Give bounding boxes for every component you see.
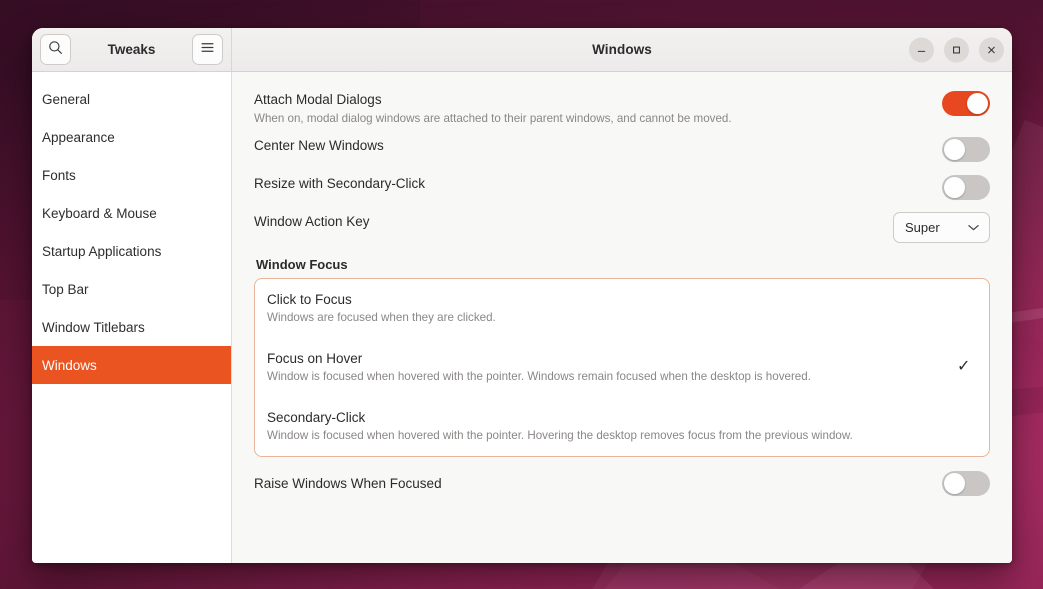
window-focus-section-title: Window Focus bbox=[256, 257, 348, 272]
sidebar-item-label: Window Titlebars bbox=[42, 319, 145, 335]
toggle-knob bbox=[944, 473, 965, 494]
setting-title: Window Action Key bbox=[254, 214, 370, 229]
option-title: Secondary-Click bbox=[267, 410, 366, 425]
headerbar-left: Tweaks bbox=[32, 28, 232, 71]
sidebar-item-startup-applications[interactable]: Startup Applications bbox=[32, 232, 231, 270]
window-action-key-value: Super bbox=[905, 220, 940, 235]
setting-labels: Resize with Secondary-Click bbox=[254, 174, 425, 193]
checkmark-icon: ✓ bbox=[957, 358, 971, 375]
setting-title: Center New Windows bbox=[254, 138, 384, 153]
setting-description: When on, modal dialog windows are attach… bbox=[254, 112, 732, 125]
sidebar-item-top-bar[interactable]: Top Bar bbox=[32, 270, 231, 308]
setting-attach-modal-dialogs: Attach Modal Dialogs When on, modal dial… bbox=[254, 90, 990, 127]
resize-with-secondary-click-toggle[interactable] bbox=[942, 175, 990, 200]
window-focus-option-focus-on-hover[interactable]: Focus on Hover Window is focused when ho… bbox=[255, 338, 989, 397]
headerbar-right: Windows bbox=[232, 28, 1012, 71]
window-focus-option-secondary-click[interactable]: Secondary-Click Window is focused when h… bbox=[255, 397, 989, 456]
maximize-button[interactable] bbox=[944, 37, 969, 62]
app-title: Tweaks bbox=[107, 42, 156, 57]
option-description: Window is focused when hovered with the … bbox=[267, 370, 811, 383]
window-headerbar: Tweaks Windows bbox=[32, 28, 1012, 72]
sidebar-item-label: Keyboard & Mouse bbox=[42, 205, 157, 221]
option-text: Secondary-Click Window is focused when h… bbox=[267, 408, 865, 444]
option-description: Windows are focused when they are clicke… bbox=[267, 311, 496, 324]
sidebar-item-label: Top Bar bbox=[42, 281, 89, 297]
sidebar-item-label: Startup Applications bbox=[42, 243, 162, 259]
setting-resize-with-secondary-click: Resize with Secondary-Click bbox=[254, 174, 990, 205]
option-title: Click to Focus bbox=[267, 292, 352, 307]
window-focus-options-list: Click to Focus Windows are focused when … bbox=[254, 278, 990, 457]
sidebar-item-windows[interactable]: Windows bbox=[32, 346, 231, 384]
option-title: Focus on Hover bbox=[267, 351, 363, 366]
sidebar-item-label: Appearance bbox=[42, 129, 115, 145]
setting-raise-windows-when-focused: Raise Windows When Focused bbox=[254, 466, 990, 500]
attach-modal-dialogs-toggle[interactable] bbox=[942, 91, 990, 116]
toggle-knob bbox=[967, 93, 988, 114]
chevron-down-icon bbox=[967, 220, 980, 235]
sidebar-item-label: Fonts bbox=[42, 167, 76, 183]
toggle-knob bbox=[944, 177, 965, 198]
raise-windows-when-focused-toggle[interactable] bbox=[942, 471, 990, 496]
settings-content: Attach Modal Dialogs When on, modal dial… bbox=[232, 72, 1012, 563]
window-focus-option-click-to-focus[interactable]: Click to Focus Windows are focused when … bbox=[255, 279, 989, 338]
setting-title: Attach Modal Dialogs bbox=[254, 92, 382, 107]
close-button[interactable] bbox=[979, 37, 1004, 62]
option-text: Focus on Hover Window is focused when ho… bbox=[267, 349, 823, 385]
setting-labels: Attach Modal Dialogs When on, modal dial… bbox=[254, 90, 732, 127]
setting-center-new-windows: Center New Windows bbox=[254, 136, 990, 167]
sidebar-item-appearance[interactable]: Appearance bbox=[32, 118, 231, 156]
setting-labels: Center New Windows bbox=[254, 136, 384, 155]
setting-title: Raise Windows When Focused bbox=[254, 475, 442, 491]
sidebar-item-label: Windows bbox=[42, 357, 97, 373]
window-body: General Appearance Fonts Keyboard & Mous… bbox=[32, 72, 1012, 563]
page-title: Windows bbox=[592, 42, 652, 57]
window-action-key-select[interactable]: Super bbox=[893, 212, 990, 243]
close-icon bbox=[988, 46, 995, 53]
setting-window-action-key: Window Action Key Super bbox=[254, 212, 990, 243]
setting-labels: Raise Windows When Focused bbox=[254, 474, 442, 493]
option-text: Click to Focus Windows are focused when … bbox=[267, 290, 508, 326]
hamburger-menu-icon bbox=[200, 41, 215, 59]
sidebar-item-label: General bbox=[42, 91, 91, 107]
toggle-knob bbox=[944, 139, 965, 160]
sidebar-item-keyboard-mouse[interactable]: Keyboard & Mouse bbox=[32, 194, 231, 232]
maximize-icon bbox=[953, 46, 960, 53]
search-button[interactable] bbox=[40, 34, 71, 65]
setting-labels: Window Action Key bbox=[254, 212, 370, 231]
sidebar-item-fonts[interactable]: Fonts bbox=[32, 156, 231, 194]
tweaks-window: Tweaks Windows General Appearance Fonts … bbox=[32, 28, 1012, 563]
sidebar: General Appearance Fonts Keyboard & Mous… bbox=[32, 72, 232, 563]
sidebar-item-general[interactable]: General bbox=[32, 80, 231, 118]
setting-title: Resize with Secondary-Click bbox=[254, 176, 426, 191]
center-new-windows-toggle[interactable] bbox=[942, 137, 990, 162]
search-icon bbox=[48, 40, 63, 60]
option-description: Window is focused when hovered with the … bbox=[267, 429, 853, 442]
window-controls bbox=[909, 37, 1004, 62]
sidebar-item-window-titlebars[interactable]: Window Titlebars bbox=[32, 308, 231, 346]
main-menu-button[interactable] bbox=[192, 34, 223, 65]
minimize-icon bbox=[917, 50, 926, 52]
minimize-button[interactable] bbox=[909, 37, 934, 62]
